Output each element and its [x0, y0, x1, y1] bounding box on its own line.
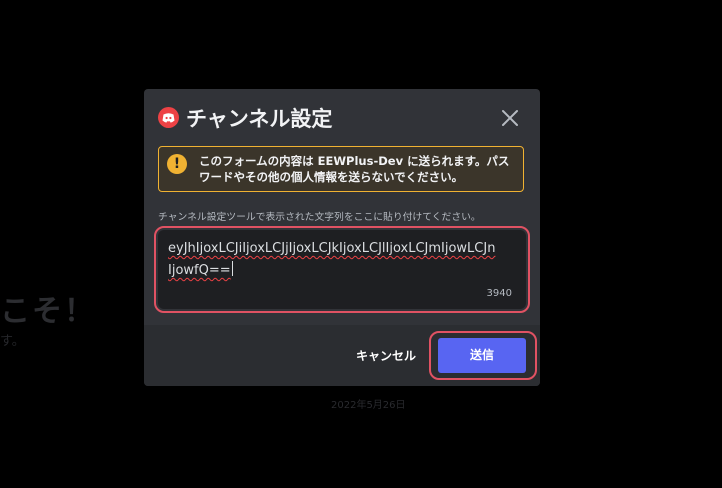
privacy-warning-notice: ! このフォームの内容は EEWPlus-Dev に送られます。パスワードやその…	[158, 146, 524, 192]
modal-title: チャンネル設定	[186, 107, 333, 131]
modal-footer: キャンセル 送信	[144, 325, 540, 386]
settings-string-textarea[interactable]: eyJhIjoxLCJiIjoxLCJjIjoxLCJkIjoxLCJlIjox…	[158, 230, 526, 309]
modal-header: チャンネル設定	[144, 89, 540, 145]
discord-logo-icon	[158, 107, 179, 128]
background-welcome-heading: こそ！	[0, 294, 96, 329]
exclamation-icon: !	[167, 154, 187, 174]
submit-button[interactable]: 送信	[438, 338, 526, 373]
settings-string-value: eyJhIjoxLCJiIjoxLCJjIjoxLCJkIjoxLCJlIjox…	[168, 241, 496, 278]
remaining-characters-counter: 3940	[486, 288, 512, 299]
background-date-divider: 2022年5月26日	[331, 400, 406, 411]
text-cursor	[231, 261, 233, 276]
warning-text: このフォームの内容は EEWPlus-Dev に送られます。パスワードやその他の…	[199, 154, 510, 184]
channel-settings-modal: チャンネル設定 ! このフォームの内容は EEWPlus-Dev に送られます。…	[144, 89, 540, 386]
input-instruction-label: チャンネル設定ツールで表示された文字列をここに貼り付けてください。	[158, 212, 481, 223]
cancel-button[interactable]: キャンセル	[356, 347, 416, 364]
background-welcome-subtext: す。	[0, 334, 25, 349]
close-icon[interactable]	[500, 108, 520, 128]
